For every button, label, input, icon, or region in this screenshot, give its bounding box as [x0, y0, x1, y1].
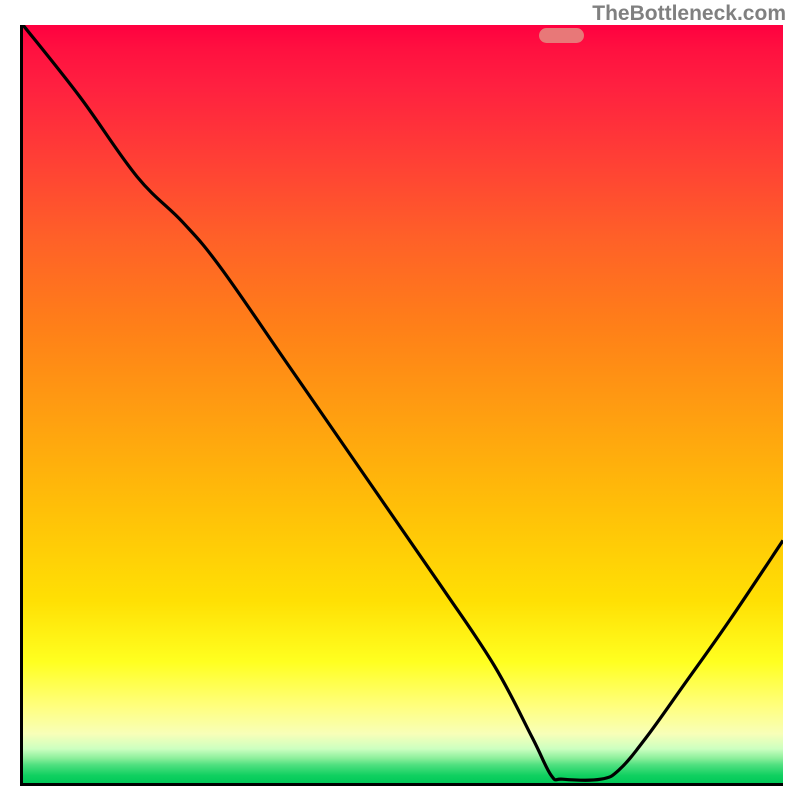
attribution-text: TheBottleneck.com: [592, 2, 786, 26]
chart-container: TheBottleneck.com: [0, 0, 800, 800]
optimal-marker: [539, 28, 584, 43]
bottleneck-curve: [23, 25, 783, 780]
plot-area: [20, 25, 783, 786]
curve-svg: [23, 25, 783, 783]
